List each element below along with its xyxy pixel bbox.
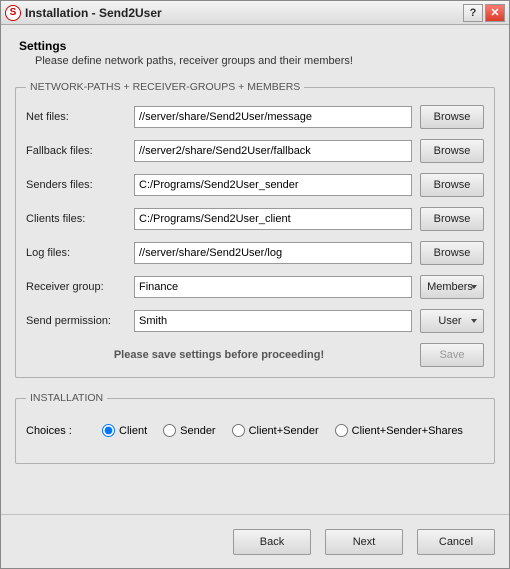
- label-send-permission: Send permission:: [26, 315, 134, 327]
- installation-choices: Choices : Client Sender Client+Sender Cl…: [26, 416, 484, 453]
- row-send-permission: Send permission: User: [26, 309, 484, 333]
- row-net-files: Net files: Browse: [26, 105, 484, 129]
- save-hint-text: Please save settings before proceeding!: [26, 349, 412, 361]
- row-fallback-files: Fallback files: Browse: [26, 139, 484, 163]
- page-title: Settings: [19, 39, 495, 53]
- label-net-files: Net files:: [26, 111, 134, 123]
- members-dropdown-button[interactable]: Members: [420, 275, 484, 299]
- app-icon: S: [5, 5, 21, 21]
- input-net-files[interactable]: [134, 106, 412, 128]
- label-senders-files: Senders files:: [26, 179, 134, 191]
- window-title: Installation - Send2User: [25, 6, 463, 20]
- radio-client[interactable]: Client: [102, 424, 147, 437]
- browse-net-files-button[interactable]: Browse: [420, 105, 484, 129]
- label-clients-files: Clients files:: [26, 213, 134, 225]
- installation-legend: INSTALLATION: [26, 392, 107, 404]
- input-clients-files[interactable]: [134, 208, 412, 230]
- radio-sender[interactable]: Sender: [163, 424, 215, 437]
- label-receiver-group: Receiver group:: [26, 281, 134, 293]
- label-log-files: Log files:: [26, 247, 134, 259]
- browse-senders-files-button[interactable]: Browse: [420, 173, 484, 197]
- input-receiver-group[interactable]: [134, 276, 412, 298]
- radio-client-input[interactable]: [102, 424, 115, 437]
- row-clients-files: Clients files: Browse: [26, 207, 484, 231]
- radio-client-sender-label: Client+Sender: [249, 425, 319, 437]
- input-log-files[interactable]: [134, 242, 412, 264]
- page-header: Settings Please define network paths, re…: [19, 39, 495, 67]
- next-button[interactable]: Next: [325, 529, 403, 555]
- wizard-footer: Back Next Cancel: [1, 514, 509, 568]
- close-button[interactable]: ✕: [485, 4, 505, 22]
- label-fallback-files: Fallback files:: [26, 145, 134, 157]
- settings-legend: NETWORK-PATHS + RECEIVER-GROUPS + MEMBER…: [26, 81, 304, 93]
- settings-group: NETWORK-PATHS + RECEIVER-GROUPS + MEMBER…: [15, 81, 495, 378]
- browse-log-files-button[interactable]: Browse: [420, 241, 484, 265]
- radio-sender-label: Sender: [180, 425, 215, 437]
- radio-client-sender[interactable]: Client+Sender: [232, 424, 319, 437]
- radio-client-sender-shares[interactable]: Client+Sender+Shares: [335, 424, 463, 437]
- row-senders-files: Senders files: Browse: [26, 173, 484, 197]
- radio-client-sender-shares-input[interactable]: [335, 424, 348, 437]
- save-button[interactable]: Save: [420, 343, 484, 367]
- browse-fallback-files-button[interactable]: Browse: [420, 139, 484, 163]
- content-area: Settings Please define network paths, re…: [1, 25, 509, 514]
- save-row: Please save settings before proceeding! …: [26, 343, 484, 367]
- row-receiver-group: Receiver group: Members: [26, 275, 484, 299]
- titlebar-buttons: ? ✕: [463, 4, 505, 22]
- help-button[interactable]: ?: [463, 4, 483, 22]
- row-log-files: Log files: Browse: [26, 241, 484, 265]
- browse-clients-files-button[interactable]: Browse: [420, 207, 484, 231]
- cancel-button[interactable]: Cancel: [417, 529, 495, 555]
- titlebar: S Installation - Send2User ? ✕: [1, 1, 509, 25]
- radio-sender-input[interactable]: [163, 424, 176, 437]
- input-send-permission[interactable]: [134, 310, 412, 332]
- radio-client-label: Client: [119, 425, 147, 437]
- radio-client-sender-input[interactable]: [232, 424, 245, 437]
- installation-group: INSTALLATION Choices : Client Sender Cli…: [15, 392, 495, 464]
- radio-client-sender-shares-label: Client+Sender+Shares: [352, 425, 463, 437]
- input-fallback-files[interactable]: [134, 140, 412, 162]
- page-subtitle: Please define network paths, receiver gr…: [35, 55, 495, 67]
- installer-window: S Installation - Send2User ? ✕ Settings …: [0, 0, 510, 569]
- input-senders-files[interactable]: [134, 174, 412, 196]
- choices-label: Choices :: [26, 425, 86, 437]
- back-button[interactable]: Back: [233, 529, 311, 555]
- user-dropdown-button[interactable]: User: [420, 309, 484, 333]
